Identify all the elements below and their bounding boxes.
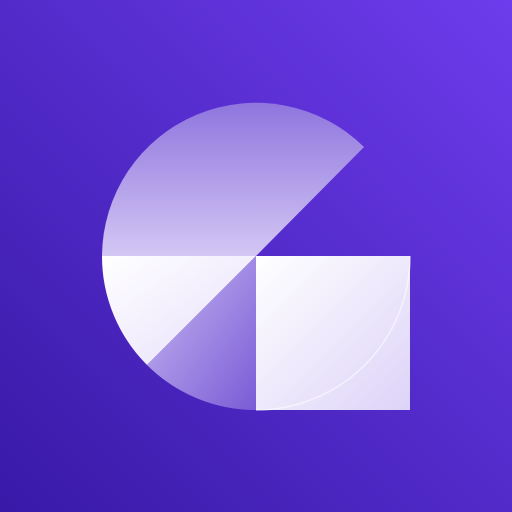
app-icon — [0, 0, 512, 512]
g-square-block — [256, 256, 410, 410]
g-logo-icon — [0, 0, 512, 512]
